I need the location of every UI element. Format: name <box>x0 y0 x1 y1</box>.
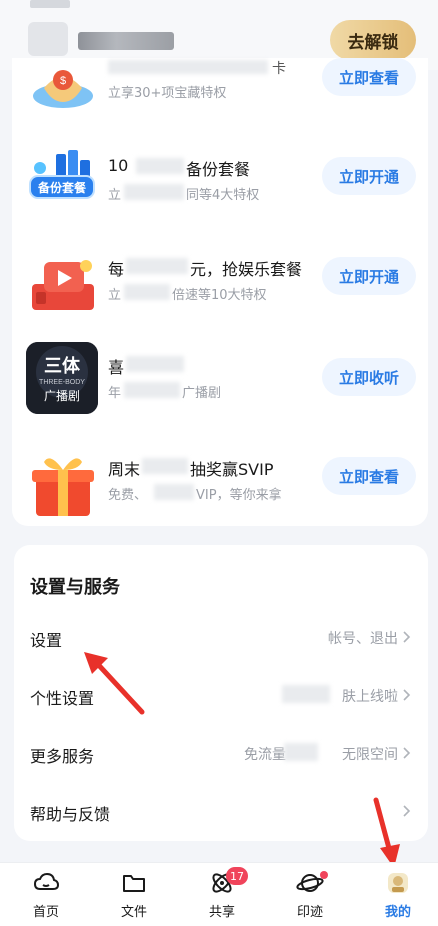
row-value: 帐号、退出 <box>328 631 398 647</box>
row-label: 帮助与反馈 <box>30 805 111 824</box>
row-value: 肤上线啦 <box>342 689 398 705</box>
promo-row-backup[interactable]: 备份套餐 10 备份套餐 立 同等4大特权 立即开通 <box>12 138 428 238</box>
promo-subtitle-head: 立 <box>108 188 122 203</box>
blurred-title <box>126 258 188 274</box>
nav-label: 我的 <box>384 905 411 920</box>
video-play-icon <box>26 248 100 322</box>
share-badge: 17 <box>226 867 248 885</box>
nav-label: 文件 <box>120 905 147 920</box>
red-gift-box-icon <box>26 448 100 522</box>
blurred-title <box>126 356 184 372</box>
promo-subtitle-tail: 同等4大特权 <box>186 188 260 203</box>
promo-title-head: 10 <box>108 156 129 175</box>
three-body-title: 三体 <box>44 355 81 377</box>
blurred-subtitle <box>124 284 170 300</box>
promo-title-tail: 元，抢娱乐套餐 <box>190 260 303 279</box>
promo-open-button[interactable]: 立即开通 <box>322 257 416 295</box>
promo-card: $ 卡 立享30+项宝藏特权 立即查看 备份套餐 10 备份套餐 立 同等4大特… <box>12 58 428 526</box>
promo-subtitle: 立享30+项宝藏特权 <box>108 86 227 101</box>
three-body-bottom: 广播剧 <box>44 389 80 403</box>
cloud-icon <box>33 872 60 890</box>
user-name <box>78 32 174 50</box>
promo-subtitle-head: 年 <box>108 386 122 401</box>
promo-title-tail: 备份套餐 <box>186 160 251 179</box>
settings-row-personalize[interactable]: 个性设置 肤上线啦 <box>14 667 428 725</box>
row-label: 更多服务 <box>30 747 95 766</box>
settings-services-card: 设置与服务 设置 帐号、退出 个性设置 肤上线啦 更多服务 免流量 无限空间 帮… <box>14 545 428 841</box>
settings-row-more-services[interactable]: 更多服务 免流量 无限空间 <box>14 725 428 783</box>
blurred-title <box>142 458 188 474</box>
row-value-tail: 无限空间 <box>342 747 398 763</box>
promo-subtitle-head: 立 <box>108 288 122 303</box>
row-value-head: 免流量 <box>244 747 286 763</box>
nav-traces[interactable]: 印迹 <box>280 869 340 925</box>
backup-package-icon: 备份套餐 <box>26 146 100 220</box>
folder-icon <box>123 875 145 892</box>
annotation-arrow-mine <box>373 797 400 868</box>
promo-subtitle-tail: 广播剧 <box>182 386 222 401</box>
blurred-title <box>108 60 268 74</box>
annotation-arrow-settings <box>84 652 145 715</box>
promo-view-button[interactable]: 立即查看 <box>322 457 416 495</box>
blurred-value <box>282 685 330 703</box>
promo-row-entertainment[interactable]: 每 元，抢娱乐套餐 立 倍速等10大特权 立即开通 <box>12 238 428 338</box>
nav-home[interactable]: 首页 <box>16 869 76 925</box>
blurred-title <box>136 158 184 174</box>
bottom-nav: 首页 文件 17 共享 印迹 我的 <box>0 862 438 926</box>
user-avatar[interactable] <box>28 22 68 56</box>
notification-dot <box>320 871 328 879</box>
promo-row-audio-drama[interactable]: 三体 THREE-BODY 广播剧 喜 年 广播剧 立即收听 <box>12 338 428 438</box>
blurred-subtitle <box>154 484 194 500</box>
backup-icon-text: 备份套餐 <box>37 180 87 195</box>
promo-listen-button[interactable]: 立即收听 <box>322 358 416 396</box>
chevron-right-icon <box>403 631 411 643</box>
nav-label: 首页 <box>32 905 59 920</box>
status-bar <box>30 0 70 8</box>
promo-title: 卡 <box>272 61 286 77</box>
promo-view-button[interactable]: 立即查看 <box>322 58 416 96</box>
chevron-right-icon <box>403 747 411 759</box>
nav-files[interactable]: 文件 <box>104 869 164 925</box>
gift-bag-icon: $ <box>26 58 100 110</box>
blurred-value <box>284 743 318 761</box>
promo-title-head: 喜 <box>108 358 125 377</box>
settings-heading: 设置与服务 <box>30 577 120 598</box>
promo-subtitle-head: 免费、 <box>108 488 148 503</box>
promo-open-button[interactable]: 立即开通 <box>322 157 416 195</box>
profile-avatar-icon <box>388 873 408 893</box>
nav-label: 印迹 <box>296 905 323 920</box>
blurred-subtitle <box>124 382 180 398</box>
nav-share[interactable]: 17 共享 <box>192 867 252 925</box>
blurred-subtitle <box>124 184 184 200</box>
chevron-right-icon <box>403 689 411 701</box>
settings-row-settings[interactable]: 设置 帐号、退出 <box>14 609 428 667</box>
unlock-button[interactable]: 去解锁 <box>330 20 416 60</box>
promo-title-tail: 抽奖赢SVIP <box>190 460 274 479</box>
promo-row-lottery[interactable]: 周末 抽奖赢SVIP 免费、 VIP，等你来拿 立即查看 <box>12 438 428 538</box>
nav-mine[interactable]: 我的 <box>368 869 428 925</box>
three-body-sub: THREE-BODY <box>39 379 85 386</box>
nav-label: 共享 <box>208 905 235 920</box>
svg-text:$: $ <box>60 75 66 87</box>
promo-subtitle-tail: 倍速等10大特权 <box>172 288 267 303</box>
row-label: 设置 <box>30 631 63 650</box>
promo-title-head: 每 <box>108 260 125 279</box>
promo-subtitle-tail: VIP，等你来拿 <box>196 488 282 503</box>
promo-title-head: 周末 <box>108 460 141 479</box>
settings-row-help[interactable]: 帮助与反馈 <box>14 783 428 841</box>
three-body-audio-icon: 三体 THREE-BODY 广播剧 <box>26 342 98 414</box>
